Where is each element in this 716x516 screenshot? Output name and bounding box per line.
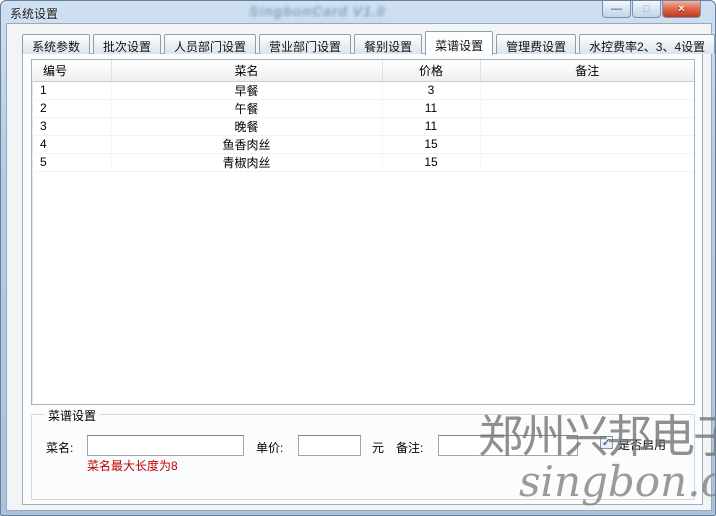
cell-remark bbox=[480, 135, 694, 153]
max-length-hint: 菜名最大长度为8 bbox=[87, 457, 178, 474]
cell-number: 4 bbox=[32, 135, 111, 153]
yuan-unit-label: 元 bbox=[372, 439, 384, 456]
cell-remark bbox=[480, 117, 694, 135]
titlebar-watermark: SingbonCard V1.0 bbox=[249, 3, 489, 19]
tab-water-rate[interactable]: 水控费率2、3、4设置 bbox=[579, 34, 715, 54]
cell-number: 2 bbox=[32, 99, 111, 117]
cell-price: 15 bbox=[382, 153, 480, 171]
checkmark-icon: ✓ bbox=[602, 438, 611, 448]
window-controls: — □ × bbox=[601, 1, 701, 18]
table-header-row: 编号 菜名 价格 备注 bbox=[32, 60, 694, 81]
cell-number: 1 bbox=[32, 81, 111, 99]
minimize-icon: — bbox=[611, 3, 622, 15]
cell-dish: 青椒肉丝 bbox=[111, 153, 382, 171]
cell-dish: 午餐 bbox=[111, 99, 382, 117]
cell-remark bbox=[480, 153, 694, 171]
column-header-remark[interactable]: 备注 bbox=[480, 60, 694, 81]
cell-number: 5 bbox=[32, 153, 111, 171]
cell-dish: 早餐 bbox=[111, 81, 382, 99]
menu-settings-tab-page: 编号 菜名 价格 备注 1 早餐 3 bbox=[22, 53, 703, 505]
unit-price-input[interactable] bbox=[298, 435, 361, 456]
cell-remark bbox=[480, 99, 694, 117]
tab-strip: 系统参数 批次设置 人员部门设置 营业部门设置 餐别设置 菜谱设置 管理费设置 … bbox=[22, 32, 716, 54]
tab-menu-settings[interactable]: 菜谱设置 bbox=[425, 31, 493, 55]
dialog-client-area: 系统参数 批次设置 人员部门设置 营业部门设置 餐别设置 菜谱设置 管理费设置 … bbox=[6, 23, 712, 511]
column-header-dish[interactable]: 菜名 bbox=[111, 60, 382, 81]
unit-price-label: 单价: bbox=[256, 439, 283, 456]
enable-checkbox[interactable]: ✓ bbox=[600, 436, 613, 449]
cell-number: 3 bbox=[32, 117, 111, 135]
remark-label: 备注: bbox=[396, 439, 423, 456]
cell-dish: 鱼香肉丝 bbox=[111, 135, 382, 153]
enable-checkbox-label: 是否启用 bbox=[618, 436, 666, 453]
column-header-number[interactable]: 编号 bbox=[32, 60, 111, 81]
system-settings-window: 系统设置 SingbonCard V1.0 — □ × 系统参数 批次设置 人员… bbox=[0, 0, 716, 516]
tab-business-dept[interactable]: 营业部门设置 bbox=[259, 34, 351, 54]
cell-dish: 晚餐 bbox=[111, 117, 382, 135]
dish-name-input[interactable] bbox=[87, 435, 244, 456]
table-row[interactable]: 3 晚餐 11 bbox=[32, 117, 694, 135]
table-row[interactable]: 4 鱼香肉丝 15 bbox=[32, 135, 694, 153]
cell-price: 11 bbox=[382, 99, 480, 117]
cell-remark bbox=[480, 81, 694, 99]
tab-meal-type[interactable]: 餐别设置 bbox=[354, 34, 422, 54]
dish-table: 编号 菜名 价格 备注 1 早餐 3 bbox=[31, 59, 695, 405]
window-title: 系统设置 bbox=[10, 5, 58, 22]
table-row[interactable]: 2 午餐 11 bbox=[32, 99, 694, 117]
groupbox-title: 菜谱设置 bbox=[44, 407, 100, 424]
cell-price: 11 bbox=[382, 117, 480, 135]
table-row[interactable]: 5 青椒肉丝 15 bbox=[32, 153, 694, 171]
close-icon: × bbox=[678, 3, 684, 15]
dish-name-label: 菜名: bbox=[46, 439, 73, 456]
tab-personnel-dept[interactable]: 人员部门设置 bbox=[164, 34, 256, 54]
close-button[interactable]: × bbox=[662, 1, 701, 18]
minimize-button[interactable]: — bbox=[602, 1, 631, 18]
cell-price: 15 bbox=[382, 135, 480, 153]
menu-settings-groupbox: 菜谱设置 菜名: 单价: 元 备注: ✓ 是否启用 菜名最大长度为8 查 询 添… bbox=[31, 414, 695, 500]
column-header-price[interactable]: 价格 bbox=[382, 60, 480, 81]
maximize-button[interactable]: □ bbox=[632, 1, 661, 18]
tab-admin-fee[interactable]: 管理费设置 bbox=[496, 34, 576, 54]
table-row[interactable]: 1 早餐 3 bbox=[32, 81, 694, 99]
cell-price: 3 bbox=[382, 81, 480, 99]
title-bar: 系统设置 SingbonCard V1.0 — □ × bbox=[1, 1, 715, 23]
tab-batch-settings[interactable]: 批次设置 bbox=[93, 34, 161, 54]
remark-input[interactable] bbox=[438, 435, 578, 456]
tab-system-params[interactable]: 系统参数 bbox=[22, 34, 90, 54]
maximize-icon: □ bbox=[643, 3, 650, 15]
